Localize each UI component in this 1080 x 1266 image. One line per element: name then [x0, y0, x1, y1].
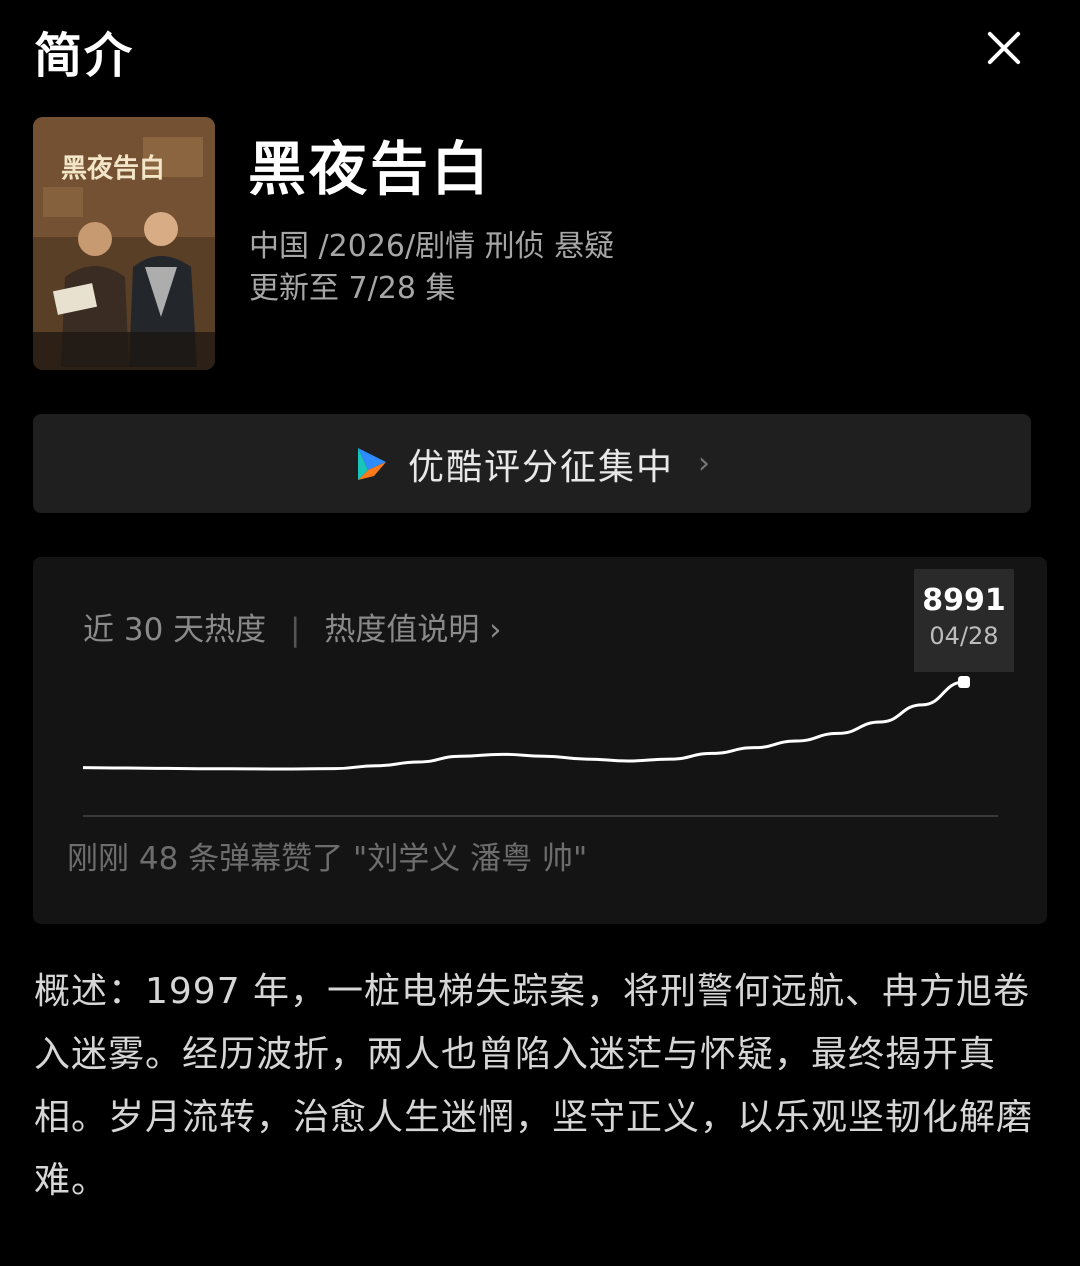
show-meta-genre: 中国 /2026/剧情 刑侦 悬疑 [249, 229, 615, 264]
youku-logo-icon [357, 447, 386, 480]
youku-rating-button[interactable]: 优酷评分征集中 › [33, 414, 1031, 513]
heat-separator: | [290, 612, 301, 648]
heat-latest-point [958, 676, 970, 688]
chevron-right-icon: › [698, 446, 710, 481]
show-meta-episodes: 更新至 7/28 集 [249, 271, 456, 306]
danmu-ticker: 刚刚 48 条弹幕赞了 "刘学义 潘粤 帅" [67, 841, 588, 877]
poster-image: 黑夜告白 [33, 117, 215, 370]
synopsis-text: 概述：1997 年，一桩电梯失踪案，将刑警何远航、冉方旭卷入迷雾。经历波折，两人… [34, 971, 1034, 1201]
tooltip-value: 8991 [922, 583, 1006, 618]
heat-header: 近 30 天热度 | 热度值说明 › [83, 604, 502, 649]
show-title: 黑夜告白 [248, 135, 493, 203]
heat-card: 近 30 天热度 | 热度值说明 › 8991 04/28 刚刚 48 条弹幕赞… [33, 557, 1047, 924]
heat-series-line [82, 680, 965, 771]
heat-label: 近 30 天热度 [83, 612, 267, 648]
tooltip-date: 04/28 [929, 622, 999, 650]
close-icon[interactable] [980, 24, 1028, 72]
heat-tooltip: 8991 04/28 [914, 569, 1014, 672]
show-meta: 中国 /2026/剧情 刑侦 悬疑 更新至 7/28 集 [249, 226, 614, 310]
page-title: 简介 [34, 28, 135, 84]
poster-artwork: 黑夜告白 [33, 117, 215, 370]
heat-explain-link[interactable]: 热度值说明 › [324, 612, 501, 648]
rating-label: 优酷评分征集中 [407, 446, 674, 488]
poster-title-text: 黑夜告白 [61, 153, 165, 184]
